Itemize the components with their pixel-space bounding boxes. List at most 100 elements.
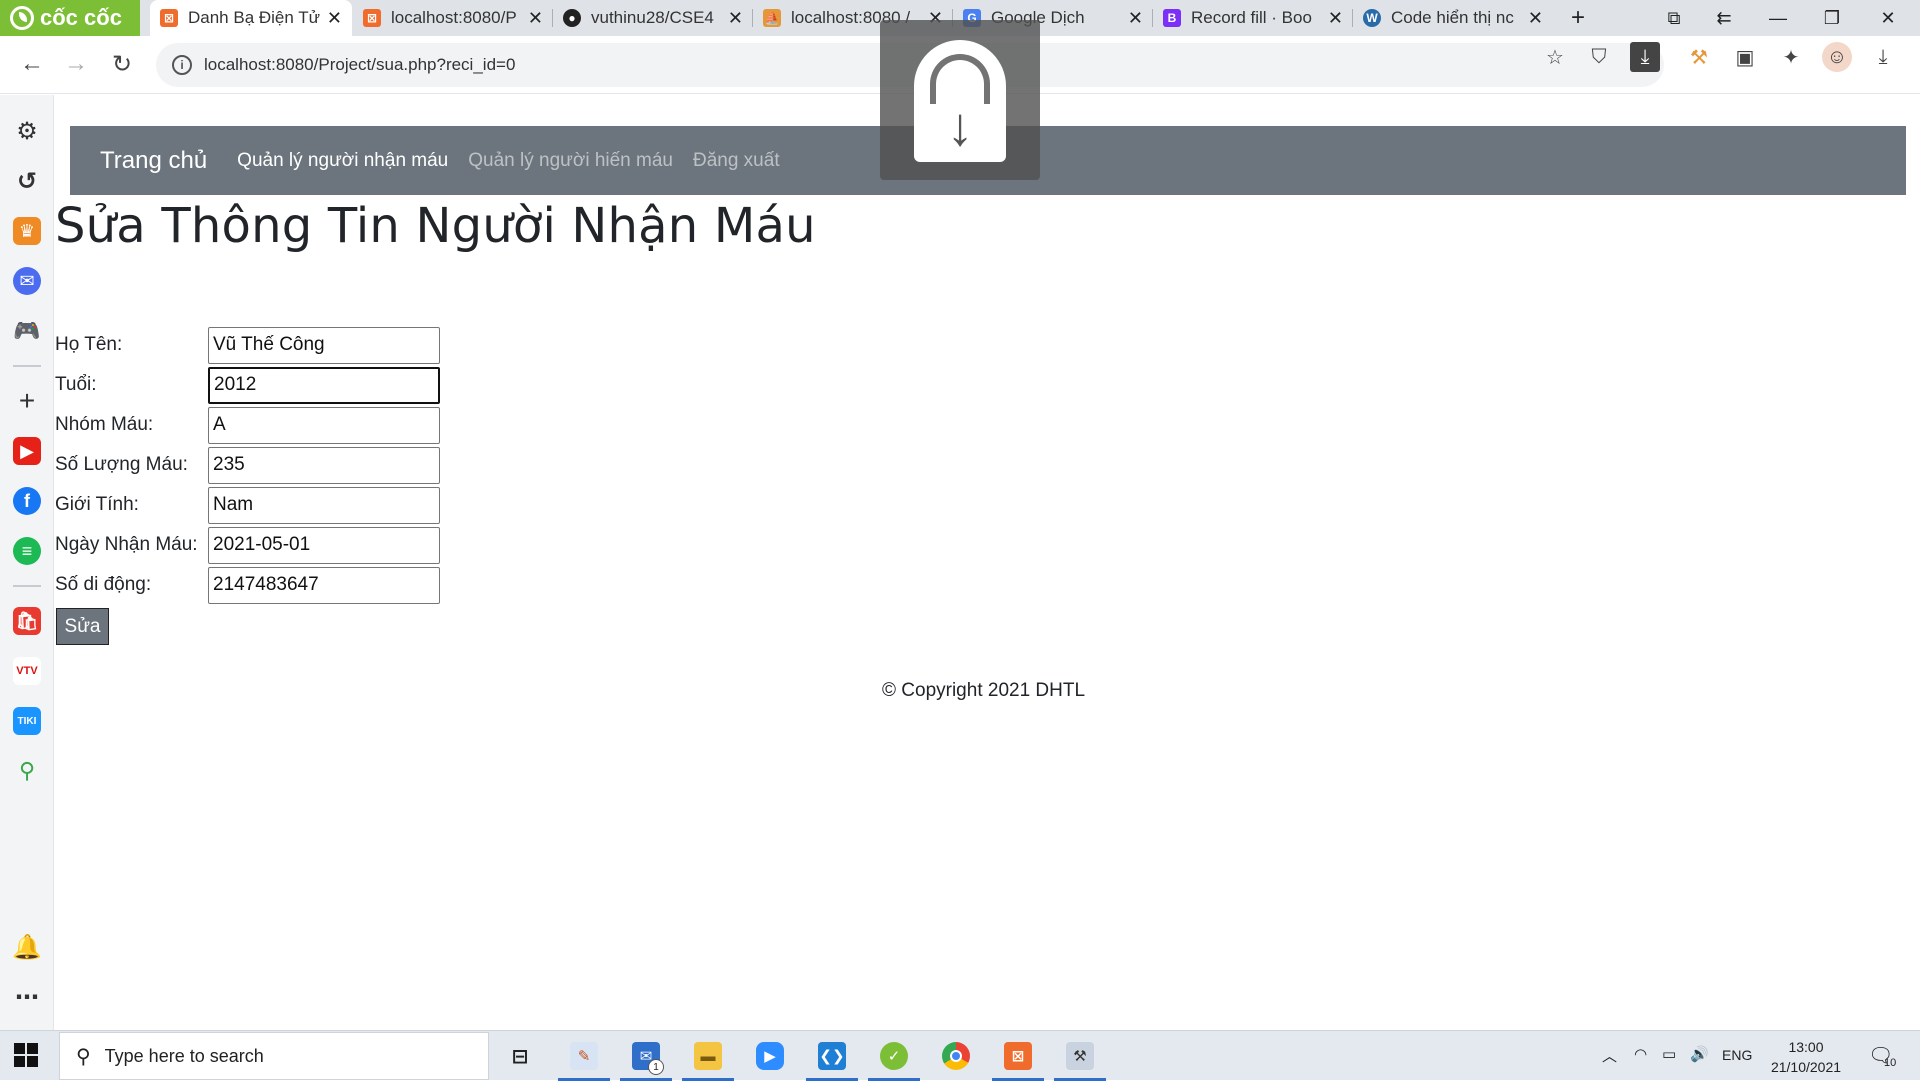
- forward-icon[interactable]: →: [58, 46, 94, 82]
- add-sidebar-app-icon[interactable]: +: [13, 385, 41, 416]
- tab-search-icon[interactable]: ⧉: [1652, 0, 1696, 36]
- browser-brand-label: cốc cốc: [40, 5, 122, 30]
- tray-chevron-up-icon[interactable]: ︿: [1602, 1045, 1617, 1066]
- shield-icon[interactable]: ⛉: [1584, 42, 1614, 72]
- blood-amount-input[interactable]: [208, 446, 440, 484]
- gender-input[interactable]: [208, 486, 440, 524]
- back-icon[interactable]: ←: [14, 46, 50, 82]
- chrome-app-icon[interactable]: [930, 1035, 982, 1077]
- extension-hammer-icon[interactable]: ⚒: [1684, 42, 1714, 72]
- form-row-blood-type: Nhóm Máu:: [55, 406, 440, 444]
- tiki-icon[interactable]: TIKI: [13, 707, 41, 735]
- download-page-icon[interactable]: ⤓: [1630, 42, 1660, 72]
- phone-input[interactable]: [208, 566, 440, 604]
- form-row-age: Tuổi:: [55, 366, 440, 404]
- spotify-icon[interactable]: ≡: [13, 537, 41, 565]
- facebook-icon[interactable]: f: [13, 487, 41, 515]
- github-favicon-icon: ●: [563, 9, 581, 27]
- nav-recipients-link[interactable]: Quản lý người nhận máu: [237, 150, 448, 172]
- vscode-app-icon[interactable]: ❮❯: [806, 1035, 858, 1081]
- taskbar-clock[interactable]: 13:00 21/10/2021: [1766, 1037, 1846, 1077]
- language-indicator[interactable]: ENG: [1722, 1047, 1752, 1063]
- volume-icon[interactable]: 🔊: [1690, 1045, 1709, 1063]
- close-window-icon[interactable]: ✕: [1866, 0, 1910, 36]
- battery-icon[interactable]: ▭: [1662, 1045, 1676, 1063]
- tab-github[interactable]: ● vuthinu28/CSE4 ✕: [553, 0, 753, 36]
- task-view-icon[interactable]: ⊟: [494, 1035, 546, 1077]
- close-tab-icon[interactable]: ✕: [1328, 8, 1343, 29]
- field-label: Họ Tên:: [55, 334, 123, 355]
- nav-logout-link[interactable]: Đăng xuất: [693, 150, 780, 172]
- clock-date: 21/10/2021: [1770, 1059, 1842, 1075]
- web-page: Trang chủ Quản lý người nhận máu Quản lý…: [55, 95, 1920, 1030]
- name-input[interactable]: [208, 326, 440, 364]
- field-label: Tuổi:: [55, 374, 97, 395]
- xampp-favicon-icon: ⊠: [363, 9, 381, 27]
- coccoc-logo-icon: [10, 6, 34, 30]
- youtube-icon[interactable]: ▶: [13, 437, 41, 465]
- more-dots-icon[interactable]: ⋯: [13, 983, 41, 1011]
- tab-record-fill[interactable]: B Record fill · Boo ✕: [1153, 0, 1353, 36]
- tools-app-icon[interactable]: ⚒: [1054, 1035, 1106, 1081]
- tab-wordpress-code[interactable]: W Code hiển thị nc ✕: [1353, 0, 1553, 36]
- close-tab-icon[interactable]: ✕: [728, 8, 743, 29]
- taskbar-search-box[interactable]: ⚲ Type here to search: [59, 1032, 489, 1080]
- form-row-gender: Giới Tính:: [55, 486, 440, 524]
- windows-start-icon[interactable]: [14, 1043, 38, 1067]
- file-explorer-icon[interactable]: ▬: [682, 1035, 734, 1081]
- extension-stack-icon[interactable]: ▣: [1730, 42, 1760, 72]
- field-label: Số Lượng Máu:: [55, 454, 188, 475]
- form-row-receive-date: Ngày Nhận Máu:: [55, 526, 440, 564]
- profile-avatar[interactable]: ☺: [1822, 42, 1852, 72]
- restore-icon[interactable]: ❐: [1810, 0, 1854, 36]
- downloads-icon[interactable]: ⤓: [1868, 42, 1898, 72]
- tab-back-icon[interactable]: ⇇: [1702, 0, 1746, 36]
- nav-donors-link[interactable]: Quản lý người hiến máu: [468, 150, 673, 172]
- search-placeholder: Type here to search: [104, 1045, 264, 1066]
- mail-app-icon[interactable]: ✉ 1: [620, 1035, 672, 1081]
- notification-bell-icon[interactable]: 🔔: [12, 933, 42, 961]
- reload-icon[interactable]: ↻: [104, 46, 140, 82]
- download-overlay[interactable]: ↓: [880, 20, 1040, 180]
- history-icon[interactable]: ↺: [13, 167, 41, 195]
- paint-app-icon[interactable]: ✎: [558, 1035, 610, 1081]
- phpmyadmin-favicon-icon: ⛵: [763, 9, 781, 27]
- close-tab-icon[interactable]: ✕: [528, 8, 543, 29]
- zoom-app-icon[interactable]: ▶: [744, 1035, 796, 1077]
- messenger-icon[interactable]: ✉: [13, 267, 41, 295]
- xampp-favicon-icon: ⊠: [160, 9, 178, 27]
- new-tab-button[interactable]: +: [1556, 0, 1600, 36]
- tab-danh-ba[interactable]: ⊠ Danh Bạ Điện Tử ✕: [150, 0, 352, 36]
- close-tab-icon[interactable]: ✕: [327, 8, 342, 29]
- submit-edit-button[interactable]: Sửa: [56, 608, 109, 645]
- xampp-app-icon[interactable]: ⊠: [992, 1035, 1044, 1081]
- form-row-name: Họ Tên:: [55, 326, 440, 364]
- page-title: Sửa Thông Tin Người Nhận Máu: [55, 198, 816, 254]
- close-tab-icon[interactable]: ✕: [1128, 8, 1143, 29]
- settings-gear-icon[interactable]: ⚙: [13, 117, 41, 145]
- search-icon: ⚲: [76, 1045, 91, 1068]
- close-tab-icon[interactable]: ✕: [1528, 8, 1543, 29]
- bookmark-star-icon[interactable]: ☆: [1540, 42, 1570, 72]
- mail-badge: 1: [648, 1059, 664, 1075]
- blood-type-input[interactable]: [208, 406, 440, 444]
- extensions-puzzle-icon[interactable]: ✦: [1776, 42, 1806, 72]
- wifi-icon[interactable]: ◠: [1634, 1045, 1647, 1063]
- url-text: localhost:8080/Project/sua.php?reci_id=0: [204, 55, 516, 74]
- receive-date-input[interactable]: [208, 526, 440, 564]
- vtv-go-icon[interactable]: VTV: [13, 657, 41, 685]
- coccoc-menu-button[interactable]: cốc cốc: [0, 0, 140, 36]
- gamepad-icon[interactable]: 🎮: [13, 317, 41, 345]
- minimize-icon[interactable]: —: [1756, 0, 1800, 36]
- crown-icon[interactable]: ♛: [13, 217, 41, 245]
- age-input[interactable]: [208, 366, 440, 404]
- map-pin-icon[interactable]: ⚲: [13, 757, 41, 785]
- tab-localhost-project[interactable]: ⊠ localhost:8080/P ✕: [353, 0, 553, 36]
- browser-sidebar: ⚙ ↺ ♛ ✉ 🎮 + ▶ f ≡ 🛍 VTV TIKI ⚲ 🔔 ⋯: [0, 95, 54, 1030]
- nav-home-link[interactable]: Trang chủ: [100, 147, 207, 175]
- site-info-icon[interactable]: i: [172, 55, 192, 75]
- notification-count-badge: 10: [1884, 1057, 1897, 1069]
- shopee-icon[interactable]: 🛍: [13, 607, 41, 635]
- coccoc-app-icon[interactable]: ✓: [868, 1035, 920, 1081]
- form-row-blood-amount: Số Lượng Máu:: [55, 446, 440, 484]
